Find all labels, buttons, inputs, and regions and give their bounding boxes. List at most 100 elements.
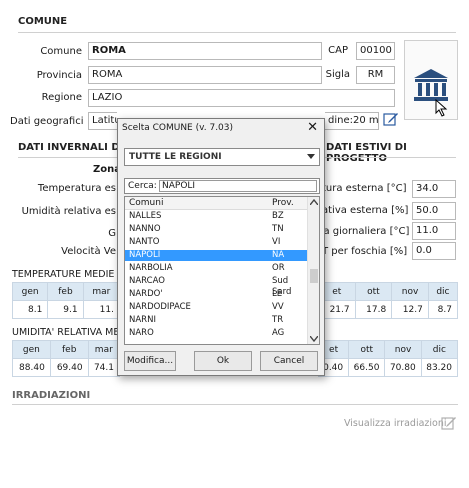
g-label: G	[108, 228, 116, 239]
comune-prov: NA	[272, 250, 285, 260]
comune-prov: TN	[272, 224, 284, 234]
comune-prov: BZ	[272, 211, 284, 221]
comune-prov: OR	[272, 263, 285, 273]
region-select-value: TUTTE LE REGIONI	[129, 152, 222, 162]
scrollbar-thumb[interactable]	[310, 269, 318, 283]
month-header: nov	[391, 282, 429, 301]
section-title-comune: COMUNE	[18, 16, 68, 27]
comune-name: NARCAO	[129, 276, 165, 286]
scroll-up-icon[interactable]	[310, 199, 318, 205]
list-item[interactable]: NARBOLIA OR	[125, 263, 308, 274]
comune-name: NANTO	[129, 237, 160, 247]
geo-field-left[interactable]: Latitud	[88, 112, 117, 130]
sigla-label: Sigla	[325, 69, 350, 80]
temp-value[interactable]: 8.1	[11, 300, 49, 319]
chevron-down-icon	[307, 154, 315, 159]
scroll-down-icon[interactable]	[310, 336, 318, 342]
month-header: gen	[11, 282, 49, 301]
dati-geografici-label: Dati geografici	[10, 116, 84, 127]
comune-field[interactable]: ROMA	[88, 42, 322, 60]
comuni-database-button[interactable]	[404, 40, 458, 120]
list-item[interactable]: NANNO TN	[125, 224, 308, 235]
month-header: dic	[420, 340, 459, 359]
visualizza-irradiazioni-link[interactable]: Visualizza irradiazioni	[344, 418, 447, 429]
comune-name: NARBOLIA	[129, 263, 173, 273]
section-title-estivi: DATI ESTIVI DI PROGETTO	[326, 142, 407, 164]
list-item[interactable]: NARO AG	[125, 328, 308, 339]
month-header: mar	[82, 282, 121, 301]
temp-value[interactable]: 8.7	[427, 300, 459, 319]
list-item[interactable]: NARCAO Sud Sard	[125, 276, 308, 297]
escursione-giornaliera-label: ca giornaliera [°C]	[318, 226, 410, 237]
velocita-vento-label: Velocità Ve	[61, 246, 116, 257]
building-icon	[414, 69, 448, 101]
temp-esterna-est-field[interactable]: 34.0	[412, 180, 456, 198]
edit-icon[interactable]	[383, 111, 399, 127]
column-header-comuni[interactable]: Comuni	[129, 198, 163, 208]
cap-field[interactable]: 00100	[356, 42, 395, 60]
edit-irradiazioni-icon[interactable]	[441, 415, 457, 431]
dialog-title: Scelta COMUNE (v. 7.03)	[122, 123, 234, 133]
close-icon[interactable]: ✕	[307, 120, 318, 135]
foschia-label: T per foschia [%]	[322, 246, 408, 257]
provincia-label: Provincia	[36, 70, 82, 81]
comune-name: NARDODIPACE	[129, 302, 191, 312]
umid-value[interactable]: 88.40	[12, 358, 51, 377]
umidita-inv-label: Umidità relativa es	[21, 206, 116, 217]
cancel-button[interactable]: Cancel	[260, 351, 318, 371]
foschia-field[interactable]: 0.0	[412, 242, 456, 260]
comune-name: NARDO'	[129, 289, 163, 299]
geo-field-right[interactable]: dine:20 m	[325, 112, 379, 130]
umidita-est-label: ativa esterna [%]	[322, 205, 409, 216]
temp-value[interactable]: 11.	[82, 300, 121, 319]
comune-name: NAPOLI	[129, 250, 161, 260]
month-header: nov	[384, 340, 422, 359]
list-item[interactable]: NARNI TR	[125, 315, 308, 326]
search-box: Cerca: NAPOLI	[124, 178, 320, 194]
list-item[interactable]: NAPOLI NA	[125, 250, 308, 261]
modifica-button[interactable]: Modifica...	[124, 351, 176, 371]
sigla-field[interactable]: RM	[356, 66, 395, 84]
umidita-est-field[interactable]: 50.0	[412, 202, 456, 220]
umid-value[interactable]: 83.20	[420, 358, 459, 377]
list-item[interactable]: NANTO VI	[125, 237, 308, 248]
list-header: Comuni Prov.	[125, 197, 308, 210]
umid-value[interactable]: 74.1	[87, 358, 121, 377]
umidita-media-title: UMIDITA' RELATIVA ME	[12, 327, 120, 338]
temp-value[interactable]: 17.8	[354, 300, 393, 319]
search-input[interactable]: NAPOLI	[159, 180, 317, 192]
provincia-field[interactable]: ROMA	[88, 66, 322, 84]
list-item[interactable]: NARDODIPACE VV	[125, 302, 308, 313]
divider	[12, 404, 458, 405]
ok-button[interactable]: Ok	[194, 351, 252, 371]
comune-prov: TR	[272, 315, 284, 325]
region-select[interactable]: TUTTE LE REGIONI	[124, 148, 320, 166]
month-header: mar	[87, 340, 121, 359]
umidita-table-left: gen feb mar 88.40 69.40 74.1	[12, 340, 121, 377]
umid-value[interactable]: 70.80	[384, 358, 422, 377]
comuni-list: Comuni Prov. NALLES BZ NANNO TN NANTO VI NAPOL…	[124, 196, 320, 345]
escursione-giornaliera-field[interactable]: 11.0	[412, 222, 456, 240]
temp-esterna-inv-label: Temperatura es	[37, 183, 116, 194]
month-header: feb	[49, 340, 89, 359]
month-header: ott	[354, 282, 393, 301]
divider	[18, 32, 456, 33]
list-scrollbar[interactable]	[307, 197, 319, 344]
comune-prov: VV	[272, 302, 284, 312]
regione-field[interactable]: LAZIO	[88, 89, 395, 107]
comune-name: NARO	[129, 328, 154, 338]
comune-prov: VI	[272, 237, 281, 247]
scelta-comune-dialog: Scelta COMUNE (v. 7.03) ✕ TUTTE LE REGIO…	[117, 118, 325, 376]
temp-value[interactable]: 9.1	[47, 300, 84, 319]
month-header: gen	[12, 340, 51, 359]
section-title-irradiazioni: IRRADIAZIONI	[12, 390, 91, 401]
column-header-prov[interactable]: Prov.	[272, 198, 294, 208]
temperature-medie-title: TEMPERATURE MEDIE I	[12, 269, 121, 280]
temp-value[interactable]: 12.7	[391, 300, 429, 319]
list-item[interactable]: NARDO' LE	[125, 289, 308, 300]
comune-name: NARNI	[129, 315, 156, 325]
month-header: dic	[427, 282, 459, 301]
umid-value[interactable]: 69.40	[49, 358, 89, 377]
list-item[interactable]: NALLES BZ	[125, 211, 308, 222]
umid-value[interactable]: 66.50	[348, 358, 386, 377]
